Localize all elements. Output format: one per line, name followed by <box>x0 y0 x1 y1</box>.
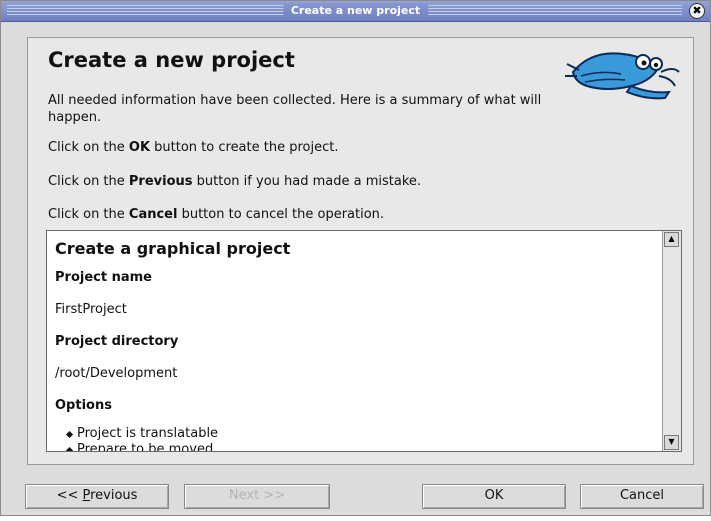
summary-scrollbar[interactable]: ▲ ▼ <box>662 231 681 451</box>
mascot-shrimp-icon <box>565 52 680 100</box>
cancel-instruction-rest: button to cancel the operation. <box>177 207 385 222</box>
previous-instruction-text: Click on the <box>48 174 129 189</box>
previous-keyword: Previous <box>128 174 193 189</box>
summary-title: Create a graphical project <box>55 239 291 258</box>
previous-button-prefix: << <box>56 488 83 503</box>
options-list: Project is translatable Prepare to be mo… <box>55 426 657 451</box>
ok-instruction-rest: button to create the project. <box>150 140 339 155</box>
project-directory-label: Project directory <box>55 334 179 349</box>
project-name-label: Project name <box>55 270 152 285</box>
window-title: Create a new project <box>282 3 429 19</box>
ok-button[interactable]: OK <box>422 484 566 509</box>
ok-keyword: OK <box>128 140 151 155</box>
previous-button-mnemonic: P <box>82 488 91 503</box>
previous-button-label: revious <box>90 488 138 503</box>
cancel-keyword: Cancel <box>128 207 178 222</box>
summary-textbox[interactable]: Create a graphical project Project name … <box>46 230 682 452</box>
project-name-value: FirstProject <box>55 302 127 317</box>
ok-instruction-text: Click on the <box>48 140 129 155</box>
cancel-instruction: Click on the Cancel button to cancel the… <box>48 206 384 223</box>
cancel-button[interactable]: Cancel <box>580 484 704 509</box>
option-item: Project is translatable <box>55 426 657 442</box>
next-button[interactable]: Next >> <box>184 484 330 509</box>
scroll-down-arrow-icon[interactable]: ▼ <box>664 435 679 450</box>
scroll-up-arrow-icon[interactable]: ▲ <box>664 232 679 247</box>
wizard-panel: Create a new project All needed informat… <box>27 37 694 465</box>
wizard-window: Create a new project ✖ Create a new proj… <box>0 0 711 516</box>
options-label: Options <box>55 398 112 413</box>
page-title: Create a new project <box>48 48 295 72</box>
option-item: Prepare to be moved ... <box>55 442 657 451</box>
summary-intro: All needed information have been collect… <box>48 93 542 125</box>
project-directory-value: /root/Development <box>55 366 178 381</box>
previous-instruction: Click on the Previous button if you had … <box>48 173 421 190</box>
previous-instruction-rest: button if you had made a mistake. <box>192 174 422 189</box>
close-icon[interactable]: ✖ <box>689 3 705 19</box>
previous-button[interactable]: << Previous <box>25 484 169 509</box>
ok-instruction: Click on the OK button to create the pro… <box>48 139 338 156</box>
summary-content: Create a graphical project Project name … <box>55 235 657 451</box>
scrollbar-track[interactable] <box>665 249 678 431</box>
cancel-instruction-text: Click on the <box>48 207 129 222</box>
title-bar[interactable]: Create a new project ✖ <box>1 1 710 22</box>
